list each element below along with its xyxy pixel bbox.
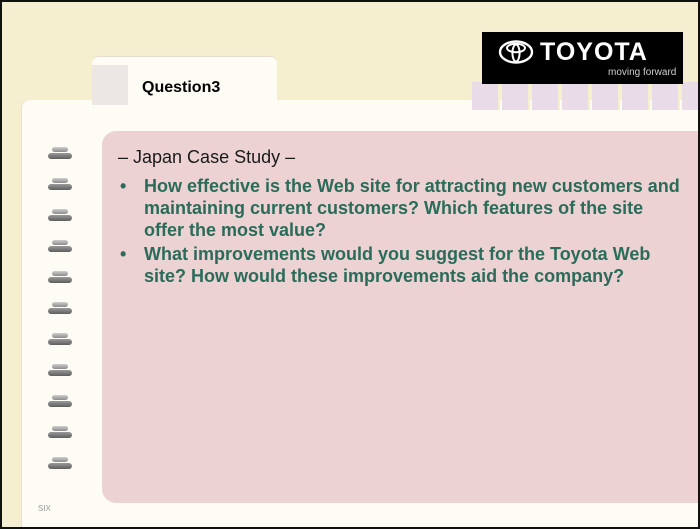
slide: Question3 TOYOTA moving forward – Japan … bbox=[0, 0, 700, 529]
divider-tab bbox=[592, 82, 620, 110]
binder-ring-icon bbox=[48, 178, 72, 192]
binder-ring-icon bbox=[48, 209, 72, 223]
divider-tab bbox=[622, 82, 650, 110]
logo-tagline: moving forward bbox=[608, 67, 677, 78]
question-title: Question3 bbox=[142, 79, 221, 96]
question-bullet-2: • What improvements would you suggest fo… bbox=[118, 243, 688, 287]
divider-tab bbox=[562, 82, 590, 110]
question-list: • How effective is the Web site for attr… bbox=[118, 175, 688, 289]
toyota-emblem-icon bbox=[498, 40, 534, 64]
divider-tab-strip bbox=[472, 82, 698, 110]
question-text-2: What improvements would you suggest for … bbox=[144, 244, 651, 286]
binder-rings bbox=[48, 147, 78, 487]
divider-tab bbox=[652, 82, 680, 110]
logo-brand-text: TOYOTA bbox=[540, 38, 648, 66]
page-mark: SIX bbox=[38, 504, 51, 513]
bullet-icon: • bbox=[120, 176, 127, 196]
question-bullet-1: • How effective is the Web site for attr… bbox=[118, 175, 688, 241]
binder-ring-icon bbox=[48, 364, 72, 378]
toyota-logo: TOYOTA moving forward bbox=[482, 32, 683, 84]
bullet-icon: • bbox=[120, 244, 127, 264]
divider-tab bbox=[682, 82, 698, 110]
binder-ring-icon bbox=[48, 457, 72, 471]
question-tab: Question3 bbox=[92, 57, 277, 107]
divider-tab bbox=[472, 82, 500, 110]
case-study-subtitle: – Japan Case Study – bbox=[118, 147, 296, 167]
binder-ring-icon bbox=[48, 147, 72, 161]
binder-ring-icon bbox=[48, 240, 72, 254]
divider-tab bbox=[532, 82, 560, 110]
binder-ring-icon bbox=[48, 395, 72, 409]
binder-ring-icon bbox=[48, 271, 72, 285]
binder-ring-icon bbox=[48, 426, 72, 440]
content-panel: – Japan Case Study – • How effective is … bbox=[102, 131, 698, 503]
binder-ring-icon bbox=[48, 333, 72, 347]
question-text-1: How effective is the Web site for attrac… bbox=[144, 176, 680, 240]
divider-tab bbox=[502, 82, 530, 110]
binder-ring-icon bbox=[48, 302, 72, 316]
tab-shade bbox=[92, 65, 128, 105]
